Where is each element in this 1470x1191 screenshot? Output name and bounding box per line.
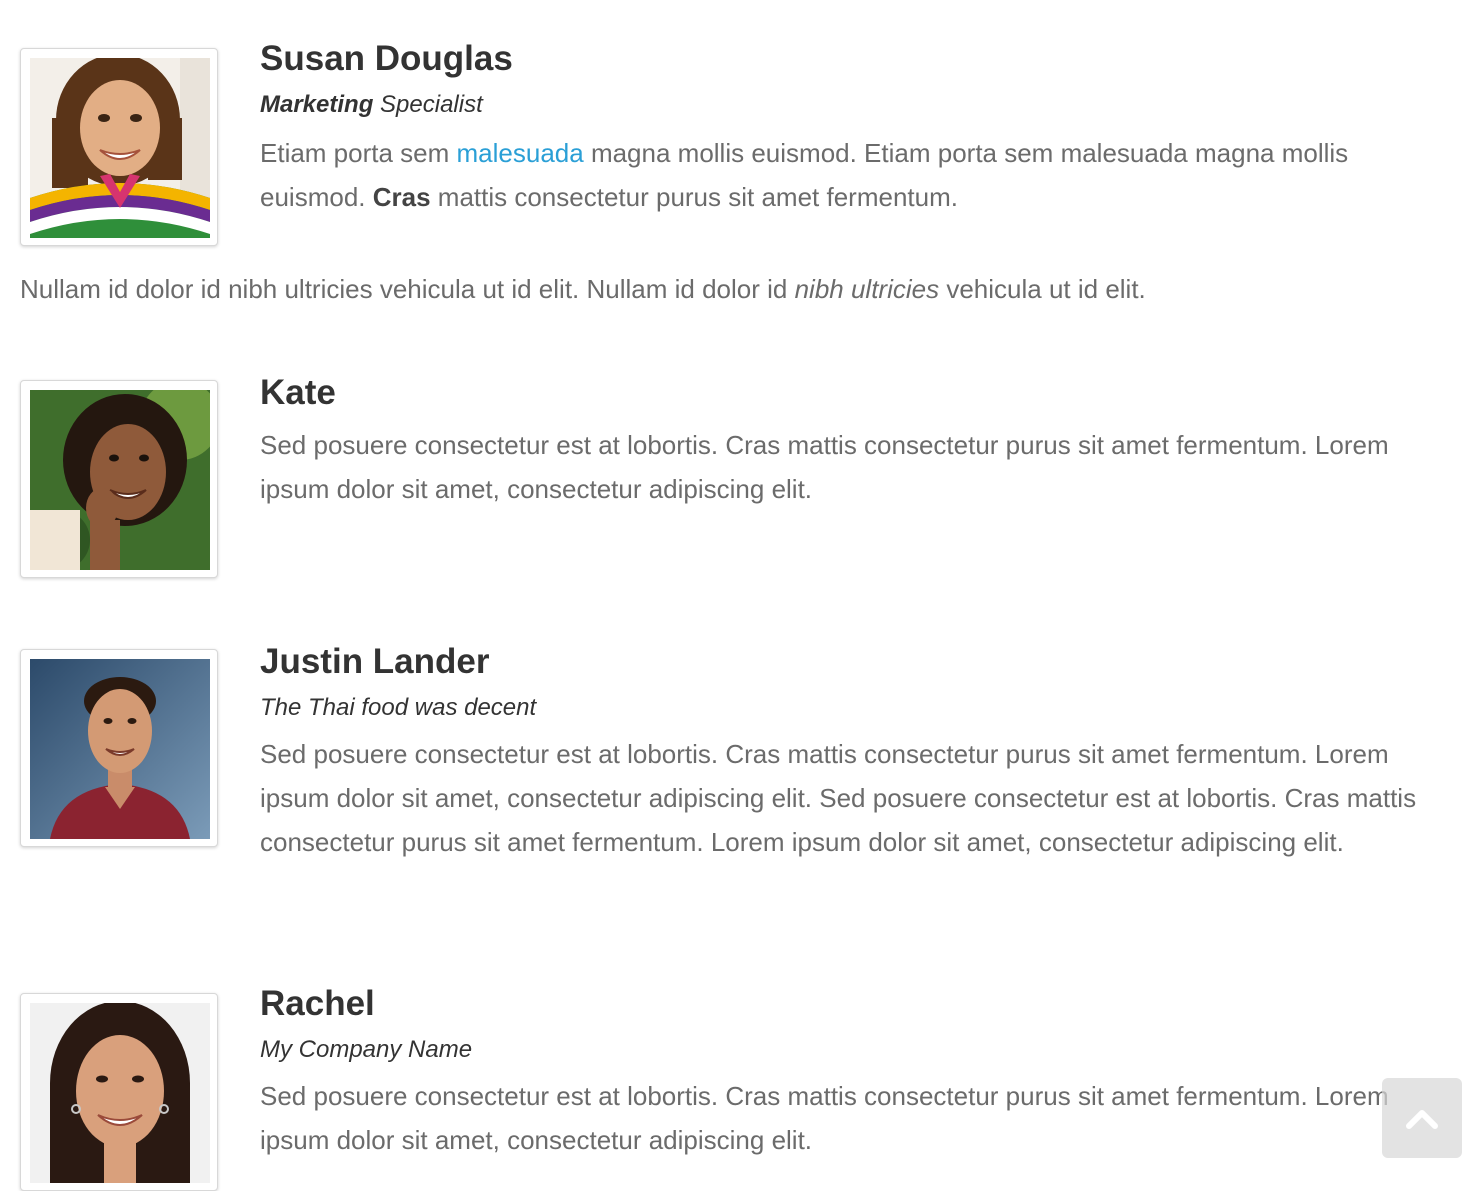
portrait-woman-outdoors-icon bbox=[30, 390, 210, 570]
note-block: Nullam id dolor id nibh ultricies vehicu… bbox=[20, 267, 1450, 311]
team-member: Kate Sed posuere consectetur est at lobo… bbox=[20, 373, 1450, 578]
note-text: vehicula ut id elit. bbox=[939, 274, 1146, 304]
avatar bbox=[20, 649, 218, 847]
member-bio: Sed posuere consectetur est at lobortis.… bbox=[260, 739, 1417, 857]
member-role-rest: Specialist bbox=[373, 91, 483, 118]
bio-link[interactable]: malesuada bbox=[457, 138, 584, 168]
member-role: The Thai food was decent bbox=[260, 694, 537, 721]
portrait-girl-icon bbox=[30, 58, 210, 238]
portrait-man-icon bbox=[30, 659, 210, 839]
note-emphasis: nibh ultricies bbox=[794, 274, 940, 304]
chevron-up-icon bbox=[1406, 1110, 1438, 1129]
member-info: Justin Lander The Thai food was decent S… bbox=[260, 642, 1450, 864]
member-bio: Sed posuere consectetur est at lobortis.… bbox=[260, 1081, 1389, 1155]
member-name: Susan Douglas bbox=[260, 39, 513, 78]
team-member: Susan Douglas Marketing Specialist Etiam… bbox=[20, 39, 1450, 246]
portrait-woman-icon bbox=[30, 1003, 210, 1183]
member-bio: Etiam porta sem malesuada magna mollis e… bbox=[260, 131, 1450, 219]
member-name: Kate bbox=[260, 373, 336, 412]
member-info: Kate Sed posuere consectetur est at lobo… bbox=[260, 373, 1450, 511]
member-role: Marketing Specialist bbox=[260, 91, 1450, 119]
member-info: Rachel My Company Name Sed posuere conse… bbox=[260, 984, 1450, 1162]
note-text: Nullam id dolor id nibh ultricies vehicu… bbox=[20, 274, 795, 304]
member-info: Susan Douglas Marketing Specialist Etiam… bbox=[260, 39, 1450, 219]
note-paragraph: Nullam id dolor id nibh ultricies vehicu… bbox=[20, 267, 1450, 311]
back-to-top-button[interactable] bbox=[1382, 1078, 1462, 1158]
team-list: Susan Douglas Marketing Specialist Etiam… bbox=[20, 0, 1450, 1191]
team-member: Rachel My Company Name Sed posuere conse… bbox=[20, 984, 1450, 1191]
member-bio: Sed posuere consectetur est at lobortis.… bbox=[260, 430, 1389, 504]
member-role: My Company Name bbox=[260, 1036, 473, 1063]
bio-text: Etiam porta sem bbox=[260, 138, 457, 168]
team-member: Justin Lander The Thai food was decent S… bbox=[20, 642, 1450, 864]
avatar bbox=[20, 48, 218, 246]
member-name: Justin Lander bbox=[260, 642, 490, 681]
bio-text: mattis consectetur purus sit amet fermen… bbox=[430, 182, 958, 212]
member-role-bold: Marketing bbox=[260, 91, 374, 118]
member-name: Rachel bbox=[260, 984, 375, 1023]
bio-bold-text: Cras bbox=[372, 182, 431, 212]
avatar bbox=[20, 380, 218, 578]
avatar bbox=[20, 993, 218, 1191]
